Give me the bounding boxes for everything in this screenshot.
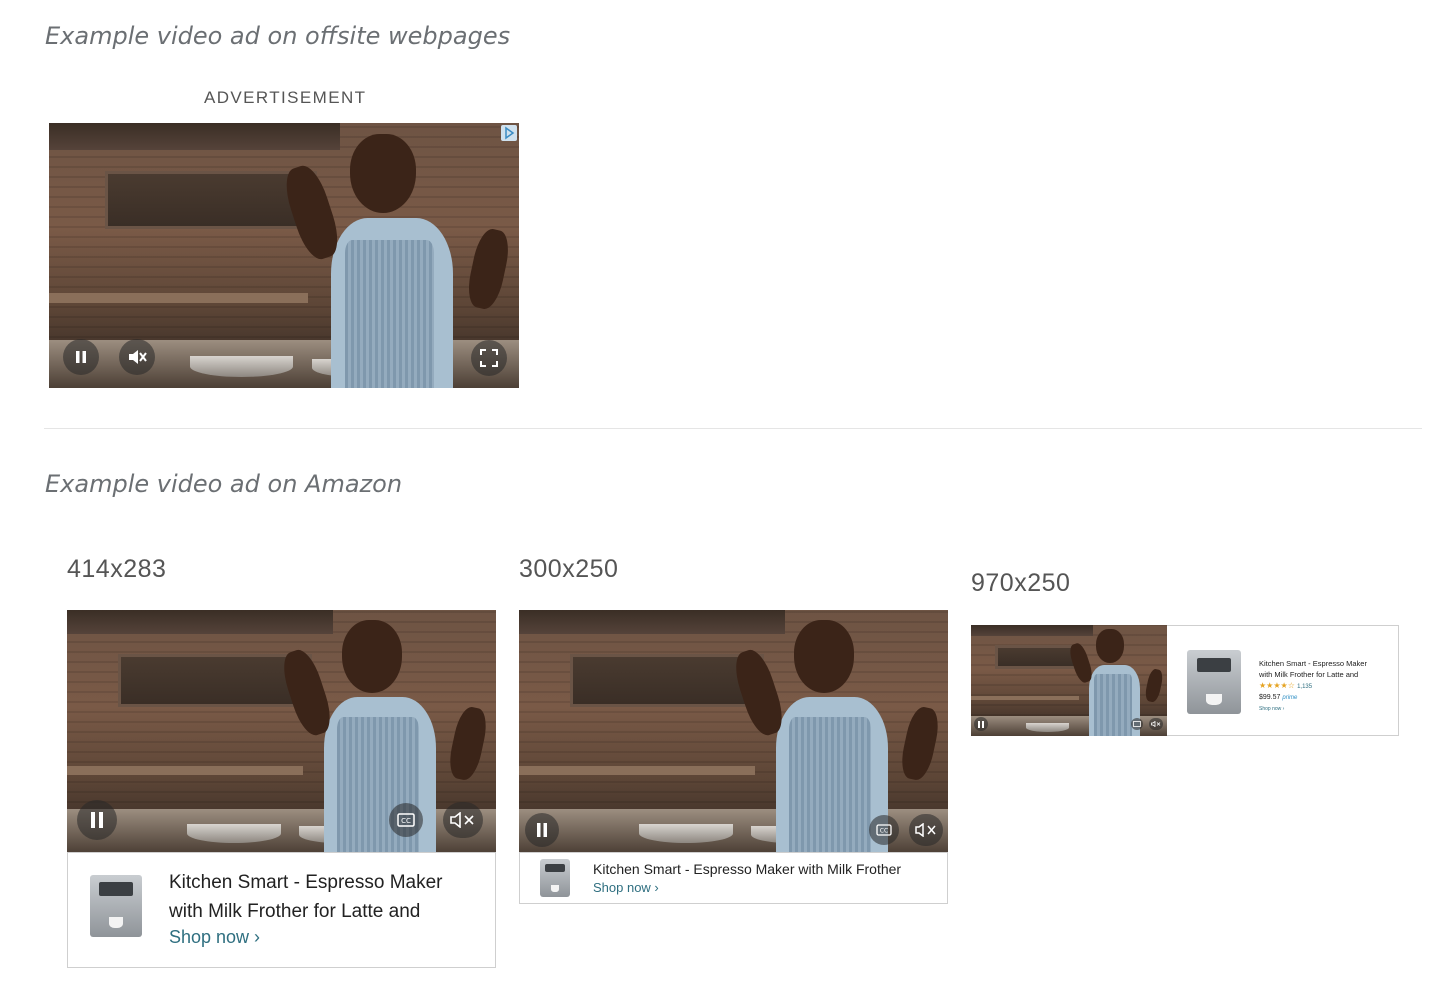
size-label-970x250: 970x250 <box>971 569 1071 597</box>
product-image[interactable] <box>1187 650 1241 714</box>
product-image[interactable] <box>90 875 142 937</box>
product-title-line-1: Kitchen Smart - Espresso Maker <box>169 872 443 893</box>
product-image[interactable] <box>540 859 570 897</box>
prime-badge: prime <box>1282 695 1298 701</box>
video-frame <box>49 123 519 388</box>
mute-icon[interactable] <box>119 339 155 375</box>
fullscreen-icon[interactable] <box>471 340 507 376</box>
pause-icon[interactable] <box>63 339 99 375</box>
closed-captions-icon[interactable]: CC <box>389 803 423 837</box>
video-frame <box>67 610 496 853</box>
closed-captions-icon[interactable]: CC <box>869 815 899 845</box>
pause-icon[interactable] <box>974 717 988 731</box>
svg-text:CC: CC <box>401 817 411 825</box>
ad-300-product-panel[interactable]: Kitchen Smart - Espresso Maker with Milk… <box>519 852 948 904</box>
product-title[interactable]: Kitchen Smart - Espresso Maker with Milk… <box>593 861 901 877</box>
offsite-section-title: Example video ad on offsite webpages <box>45 22 511 50</box>
pause-icon[interactable] <box>77 800 117 840</box>
product-title[interactable]: Kitchen Smart - Espresso Maker with Milk… <box>1259 658 1367 680</box>
closed-captions-icon[interactable] <box>1131 718 1143 730</box>
product-title-line-2: with Milk Frother for Latte and <box>1259 670 1359 679</box>
amazon-section-title: Example video ad on Amazon <box>45 470 403 498</box>
mute-icon[interactable] <box>1149 718 1163 730</box>
price-row: $99.57 prime <box>1259 694 1297 701</box>
advertisement-label: ADVERTISEMENT <box>204 88 367 107</box>
product-title-line-2: with Milk Frother for Latte and <box>169 901 421 922</box>
shop-now-link[interactable]: Shop now › <box>1259 706 1284 712</box>
ad-300-video-player[interactable]: CC <box>519 610 948 853</box>
product-title[interactable]: Kitchen Smart - Espresso Maker with Milk… <box>169 868 442 926</box>
offsite-video-player[interactable] <box>49 123 519 388</box>
size-label-414x283: 414x283 <box>67 555 167 583</box>
svg-text:CC: CC <box>880 828 888 835</box>
product-title-line-1: Kitchen Smart - Espresso Maker <box>1259 659 1367 668</box>
rating-count[interactable]: 1,135 <box>1297 684 1312 690</box>
star-rating: ★★★★☆ 1,135 <box>1259 681 1312 690</box>
ad-414-video-player[interactable]: CC <box>67 610 496 853</box>
ad-414-product-panel[interactable]: Kitchen Smart - Espresso Maker with Milk… <box>67 852 496 968</box>
ad-970-video-player[interactable] <box>971 625 1167 736</box>
ad-970-banner[interactable]: Kitchen Smart - Espresso Maker with Milk… <box>971 625 1399 736</box>
shop-now-link[interactable]: Shop now › <box>593 880 659 895</box>
mute-icon[interactable] <box>909 814 943 846</box>
size-label-300x250: 300x250 <box>519 555 619 583</box>
pause-icon[interactable] <box>525 813 559 847</box>
mute-icon[interactable] <box>443 802 483 838</box>
section-divider <box>44 428 1422 429</box>
price: $99.57 <box>1259 694 1281 701</box>
adchoices-icon[interactable] <box>501 125 517 141</box>
stars: ★★★★☆ <box>1259 681 1295 690</box>
shop-now-link[interactable]: Shop now › <box>169 927 260 948</box>
